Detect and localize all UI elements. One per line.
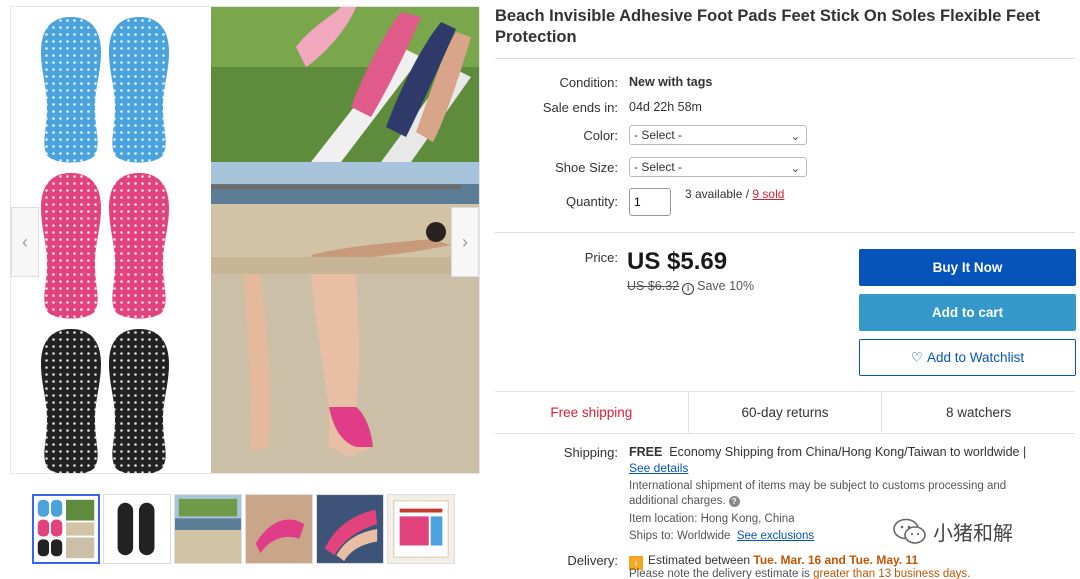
thumbnail-5[interactable] <box>316 494 384 564</box>
delivery-prefix: Estimated between <box>648 553 751 567</box>
thumbnail-4[interactable] <box>245 494 313 564</box>
quantity-label: Quantity: <box>565 194 618 209</box>
heart-icon: ♡ <box>910 349 924 365</box>
chevron-down-icon: ⌄ <box>790 131 800 143</box>
color-select[interactable]: - Select - ⌄ <box>629 125 807 145</box>
customs-note: International shipment of items may be s… <box>629 479 1049 509</box>
shoe-size-select[interactable]: - Select - ⌄ <box>629 157 807 177</box>
save-text: Save 10% <box>697 279 755 293</box>
product-title: Beach Invisible Adhesive Foot Pads Feet … <box>495 7 1040 46</box>
shoe-size-label: Shoe Size: <box>555 160 618 175</box>
thumbnail-3[interactable] <box>174 494 242 564</box>
ships-to-label: Ships to: <box>629 530 674 542</box>
condition-value: New with tags <box>629 75 713 89</box>
photo-walking-leg <box>211 274 479 473</box>
product-image-gallery: ‹ › <box>10 6 480 474</box>
see-exclusions-link[interactable]: See exclusions <box>737 530 814 542</box>
price-label: Price: <box>584 250 618 265</box>
see-details-row: See details <box>629 461 1049 476</box>
thumbnail-strip <box>32 494 455 564</box>
color-select-value: - Select - <box>634 128 683 142</box>
delivery-range: Tue. Mar. 16 and Tue. May. 11 <box>753 553 919 567</box>
watchlist-label: Add to Watchlist <box>927 350 1025 365</box>
shoe-size-select-value: - Select - <box>634 160 683 174</box>
chevron-right-icon: › <box>462 231 468 252</box>
thumbnail-6[interactable] <box>387 494 455 564</box>
watchers-badge: 8 watchers <box>946 405 1012 420</box>
info-icon[interactable]: i <box>682 283 695 295</box>
delivery-label: Delivery: <box>567 553 618 568</box>
watermark-text: 小猪和解 <box>933 523 1013 545</box>
chevron-down-icon: ⌄ <box>790 163 800 175</box>
wechat-icon <box>893 518 926 544</box>
photo-legs-on-chairs <box>211 7 479 162</box>
color-label: Color: <box>583 128 618 143</box>
add-to-watchlist-button[interactable]: ♡ Add to Watchlist <box>859 339 1076 376</box>
next-image-button[interactable]: › <box>451 207 479 277</box>
photo-beach <box>211 162 479 274</box>
see-details-link[interactable]: See details <box>629 461 688 475</box>
sale-ends-label: Sale ends in: <box>542 100 618 115</box>
delivery-note-prefix: Please note the delivery estimate is <box>629 568 810 579</box>
sold-link[interactable]: 9 sold <box>752 187 784 201</box>
was-price-row: US $6.32 i Save 10% <box>627 279 754 295</box>
item-location-label: Item location: <box>629 513 698 525</box>
highlights-strip: Free shipping 60-day returns 8 watchers <box>495 391 1075 434</box>
availability: 3 available / 9 sold <box>685 187 784 201</box>
returns-badge: 60-day returns <box>689 392 883 433</box>
shipping-free: FREE <box>629 445 663 459</box>
main-product-image <box>11 7 479 473</box>
delivery-note: Please note the delivery estimate is gre… <box>629 568 970 579</box>
wechat-watermark: 小猪和解 <box>893 517 1013 546</box>
help-icon[interactable]: ? <box>728 496 740 507</box>
add-to-cart-button[interactable]: Add to cart <box>859 294 1076 331</box>
ships-to-value: Worldwide <box>676 530 731 542</box>
delivery-note-highlight: greater than 13 business days. <box>813 568 971 579</box>
buy-it-now-button[interactable]: Buy It Now <box>859 249 1076 286</box>
previous-image-button[interactable]: ‹ <box>11 207 39 277</box>
sale-ends-value: 04d 22h 58m <box>629 100 702 114</box>
available-text: 3 available / <box>685 187 750 201</box>
customs-note-text: International shipment of items may be s… <box>629 480 1007 507</box>
free-shipping-badge: Free shipping <box>495 392 689 433</box>
thumbnail-2[interactable] <box>103 494 171 564</box>
item-location-value: Hong Kong, China <box>700 513 795 525</box>
chevron-left-icon: ‹ <box>22 231 28 252</box>
quantity-input[interactable] <box>629 188 671 216</box>
divider <box>495 232 1075 233</box>
divider <box>495 58 1075 59</box>
thumbnail-1[interactable] <box>32 494 100 564</box>
was-price: US $6.32 <box>627 279 680 293</box>
price-value: US $5.69 <box>627 248 728 275</box>
shipping-text: Economy Shipping from China/Hong Kong/Ta… <box>669 445 1027 459</box>
condition-label: Condition: <box>559 75 618 90</box>
shipping-label: Shipping: <box>563 445 618 460</box>
shipping-line: FREE Economy Shipping from China/Hong Ko… <box>629 445 1026 459</box>
